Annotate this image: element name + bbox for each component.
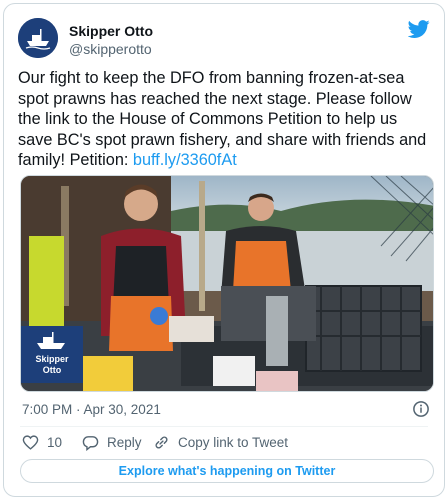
petition-link[interactable]: buff.ly/3360fAt (133, 151, 237, 169)
author-name[interactable]: Skipper Otto (69, 23, 153, 39)
tweet-header: Skipper Otto @skipperotto (18, 18, 430, 62)
copy-link-label: Copy link to Tweet (178, 434, 289, 450)
twitter-bird-icon[interactable] (408, 18, 430, 40)
copy-link-button[interactable]: Copy link to Tweet (153, 432, 288, 452)
tweet-timestamp[interactable]: 7:00 PM · Apr 30, 2021 (22, 402, 161, 417)
avatar[interactable] (18, 18, 58, 58)
boat-icon (18, 18, 58, 58)
link-icon (155, 436, 168, 448)
reply-button[interactable]: Reply (82, 432, 142, 452)
tweet-photo[interactable]: Skipper Otto (20, 175, 434, 392)
like-button[interactable]: 10 (22, 432, 62, 452)
reply-icon (82, 435, 99, 451)
explore-twitter-button[interactable]: Explore what's happening on Twitter (20, 459, 434, 483)
heart-icon (22, 434, 39, 450)
logo-text-2: Otto (43, 365, 62, 375)
divider (20, 426, 428, 427)
author-handle[interactable]: @skipperotto (69, 41, 152, 57)
like-count: 10 (47, 434, 63, 450)
fishing-boat-photo: Skipper Otto (21, 176, 433, 391)
reply-label: Reply (107, 434, 142, 450)
tweet-text: Our fight to keep the DFO from banning f… (18, 68, 432, 171)
logo-text-1: Skipper (35, 354, 69, 364)
tweet-card[interactable]: Skipper Otto @skipperotto Our fight to k… (3, 3, 445, 497)
info-icon[interactable] (412, 400, 430, 418)
